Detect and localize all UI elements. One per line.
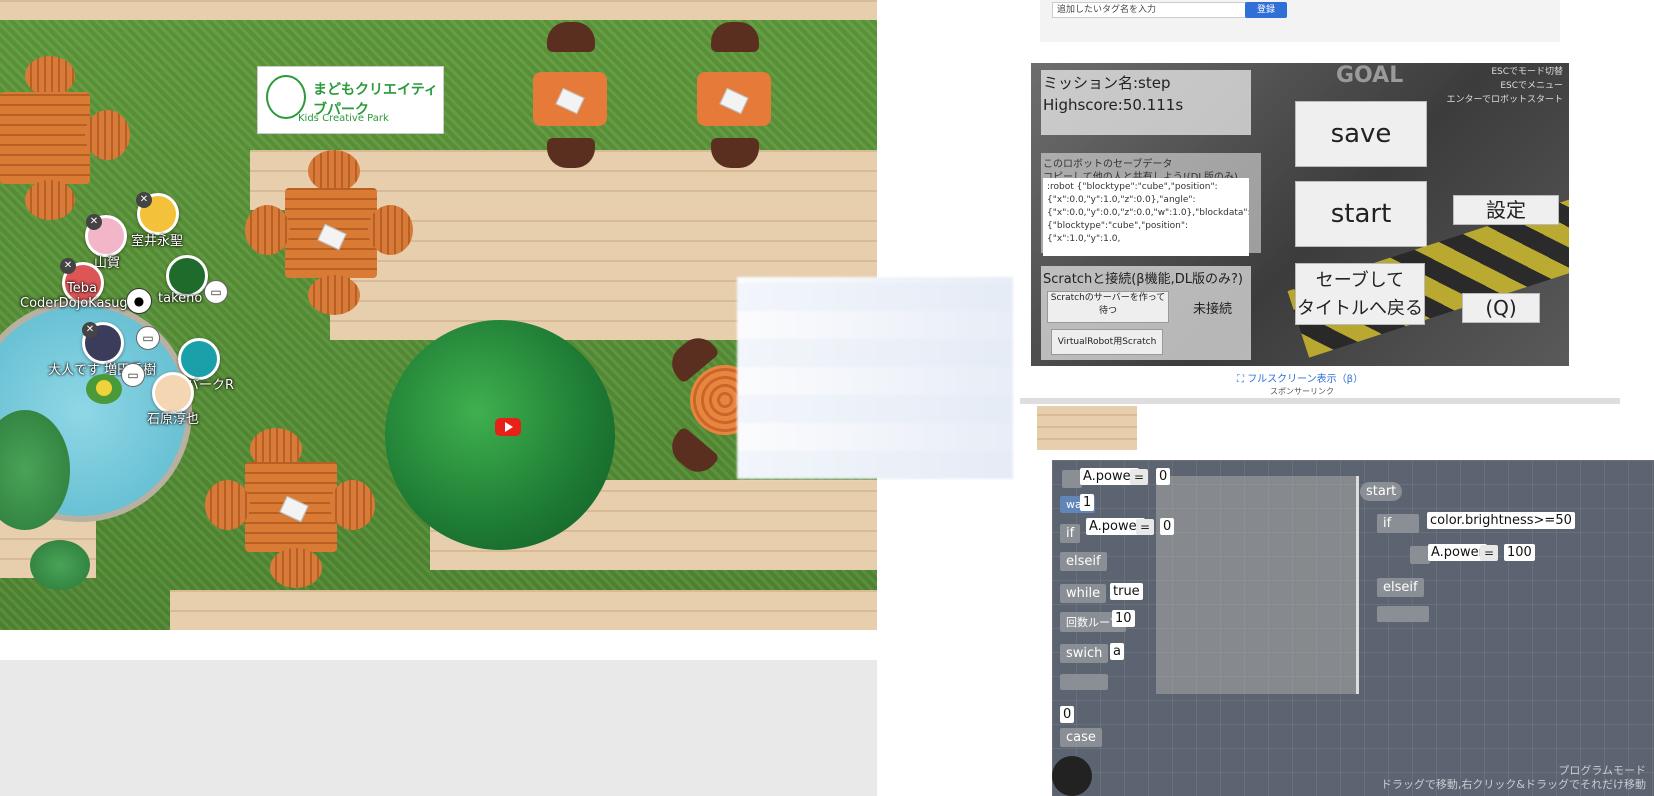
program-condition[interactable]: color.brightness>=50 xyxy=(1427,512,1575,529)
palette-block-switch-end[interactable] xyxy=(1060,674,1108,690)
palette-block-while-value[interactable]: true xyxy=(1110,583,1143,600)
logo-subtitle: Kids Creative Park xyxy=(298,113,389,124)
mic-muted-icon: ✕ xyxy=(82,322,98,338)
chair xyxy=(547,22,595,52)
sponsor-label: スポンサーリンク xyxy=(1270,387,1334,396)
button-label: セーブして xyxy=(1315,270,1405,291)
save-data-textarea[interactable]: :robot {"blocktype":"cube","position":{"… xyxy=(1043,178,1249,256)
connection-status: 未接続 xyxy=(1193,302,1233,317)
program-operator[interactable]: = xyxy=(1480,545,1499,561)
block-handle[interactable] xyxy=(1410,546,1430,564)
block-palette xyxy=(1156,476,1359,694)
q-button[interactable]: (Q) xyxy=(1462,293,1540,323)
scratch-server-button[interactable]: Scratchのサーバーを作って待つ xyxy=(1047,291,1169,323)
tag-input[interactable]: 追加したいタグ名を入力 xyxy=(1052,2,1252,18)
palette-block-loop-value[interactable]: 10 xyxy=(1112,610,1135,627)
stool xyxy=(205,480,250,530)
thumbnail xyxy=(1037,406,1137,450)
robot-part xyxy=(1052,756,1092,796)
plant xyxy=(30,540,90,590)
virtual-robot-game[interactable]: GOAL ESCでモード切替 ESCでメニュー エンターでロボットスタート ミッ… xyxy=(1031,63,1569,366)
save-and-return-button[interactable]: セーブして タイトルへ戻る xyxy=(1295,263,1425,325)
hint-line: ESCでモード切替 xyxy=(1491,67,1563,77)
screen-share-icon: ▭ xyxy=(121,363,145,387)
palette-block-case[interactable]: case xyxy=(1060,728,1102,747)
user-name: Teba xyxy=(67,281,97,296)
editor-hint: プログラムモード ドラッグで移動,右クリック&ドラッグでそれだけ移動 xyxy=(1381,764,1646,792)
mic-muted-icon: ✕ xyxy=(136,192,152,208)
mic-muted-icon: ✕ xyxy=(60,258,76,274)
user-name: 石原淳也 xyxy=(147,412,200,427)
fullscreen-label: フルスクリーン表示（β） xyxy=(1247,374,1364,385)
program-start-block[interactable]: start xyxy=(1360,482,1403,501)
page-background xyxy=(0,660,877,796)
hint-line: エンターでロボットスタート xyxy=(1446,95,1563,105)
hint-line: ESCでメニュー xyxy=(1500,81,1563,91)
program-elseif-block[interactable]: elseif xyxy=(1377,578,1424,597)
save-button[interactable]: save xyxy=(1295,101,1427,167)
program-if-block[interactable]: if xyxy=(1377,514,1419,533)
register-button[interactable]: 登録 xyxy=(1245,2,1287,18)
mission-box: ミッション名:step Highscore:50.111s xyxy=(1041,70,1251,135)
program-value[interactable]: 100 xyxy=(1504,544,1535,561)
wood-deck-bottom xyxy=(170,590,877,630)
palette-block-wait-value[interactable]: 1 xyxy=(1080,494,1095,511)
palette-block-value[interactable]: 0 xyxy=(1156,468,1171,485)
game-hints: ESCでモード切替 ESCでメニュー エンターでロボットスタート xyxy=(1447,65,1563,107)
group-icon[interactable]: ● xyxy=(126,288,152,314)
youtube-icon[interactable] xyxy=(495,418,521,436)
palette-block-elseif[interactable]: elseif xyxy=(1060,552,1107,571)
stool xyxy=(330,480,375,530)
start-button[interactable]: start xyxy=(1295,181,1427,247)
stool xyxy=(368,205,413,255)
palette-block-if[interactable]: if xyxy=(1060,524,1081,543)
user-name: CoderDojoKasuga xyxy=(20,296,136,311)
palette-block-operator[interactable]: = xyxy=(1136,519,1155,535)
palette-block-operator[interactable]: = xyxy=(1130,469,1149,485)
stool xyxy=(245,205,290,255)
button-label: タイトルへ戻る xyxy=(1297,298,1423,319)
program-if-end[interactable] xyxy=(1377,606,1429,622)
map-bottom-edge xyxy=(0,630,877,660)
lily-pad xyxy=(86,374,122,404)
mic-muted-icon: ✕ xyxy=(86,214,102,230)
stool xyxy=(308,150,360,192)
goal-sign: GOAL xyxy=(1336,63,1404,88)
block-editor[interactable]: A.power = 0 wait 1 if A.power = 0 elseif… xyxy=(1052,460,1654,796)
stool xyxy=(85,110,130,160)
scratch-connect-box: Scratchと接続(β機能,DL版のみ?) Scratchのサーバーを作って待… xyxy=(1041,266,1251,360)
program-variable[interactable]: A.power xyxy=(1428,544,1487,561)
blurred-overlay xyxy=(737,277,1013,479)
fullscreen-link[interactable]: ⛶ フルスクリーン表示（β） xyxy=(1237,370,1363,385)
block-handle[interactable] xyxy=(1062,470,1082,488)
stool xyxy=(308,275,360,315)
picnic-table xyxy=(0,92,90,184)
user-name: takeno xyxy=(158,291,203,306)
vr-scratch-button[interactable]: VirtualRobot用Scratch xyxy=(1051,329,1163,355)
user-name: 室井永聖 xyxy=(131,234,184,249)
screen-share-icon: ▭ xyxy=(204,280,228,304)
hint-line: ドラッグで移動,右クリック&ドラッグでそれだけ移動 xyxy=(1380,778,1646,791)
mission-name: ミッション名:step xyxy=(1043,74,1171,92)
settings-button[interactable]: 設定 xyxy=(1453,195,1559,225)
palette-block-switch[interactable]: swich xyxy=(1060,644,1109,663)
stool xyxy=(25,56,75,96)
stool xyxy=(25,180,75,220)
screen-share-icon: ▭ xyxy=(136,326,160,350)
wood-deck-top xyxy=(0,0,877,20)
hint-line: プログラムモード xyxy=(1558,764,1646,777)
palette-block-value[interactable]: 0 xyxy=(1160,518,1175,535)
palette-block-number[interactable]: 0 xyxy=(1060,706,1075,723)
palette-block-while[interactable]: while xyxy=(1060,584,1107,603)
divider xyxy=(1020,398,1620,404)
wood-deck-band xyxy=(350,210,877,280)
kids-creative-park-logo: まどもクリエイティブパーク Kids Creative Park xyxy=(257,66,444,134)
highscore: Highscore:50.111s xyxy=(1043,96,1184,114)
scratch-title: Scratchと接続(β機能,DL版のみ?) xyxy=(1043,272,1243,287)
divider xyxy=(1296,476,1297,694)
tag-bar: 追加したいタグ名を入力 登録 xyxy=(1040,0,1560,42)
chair xyxy=(711,22,759,52)
stool xyxy=(270,548,322,588)
palette-block-switch-value[interactable]: a xyxy=(1110,643,1124,660)
